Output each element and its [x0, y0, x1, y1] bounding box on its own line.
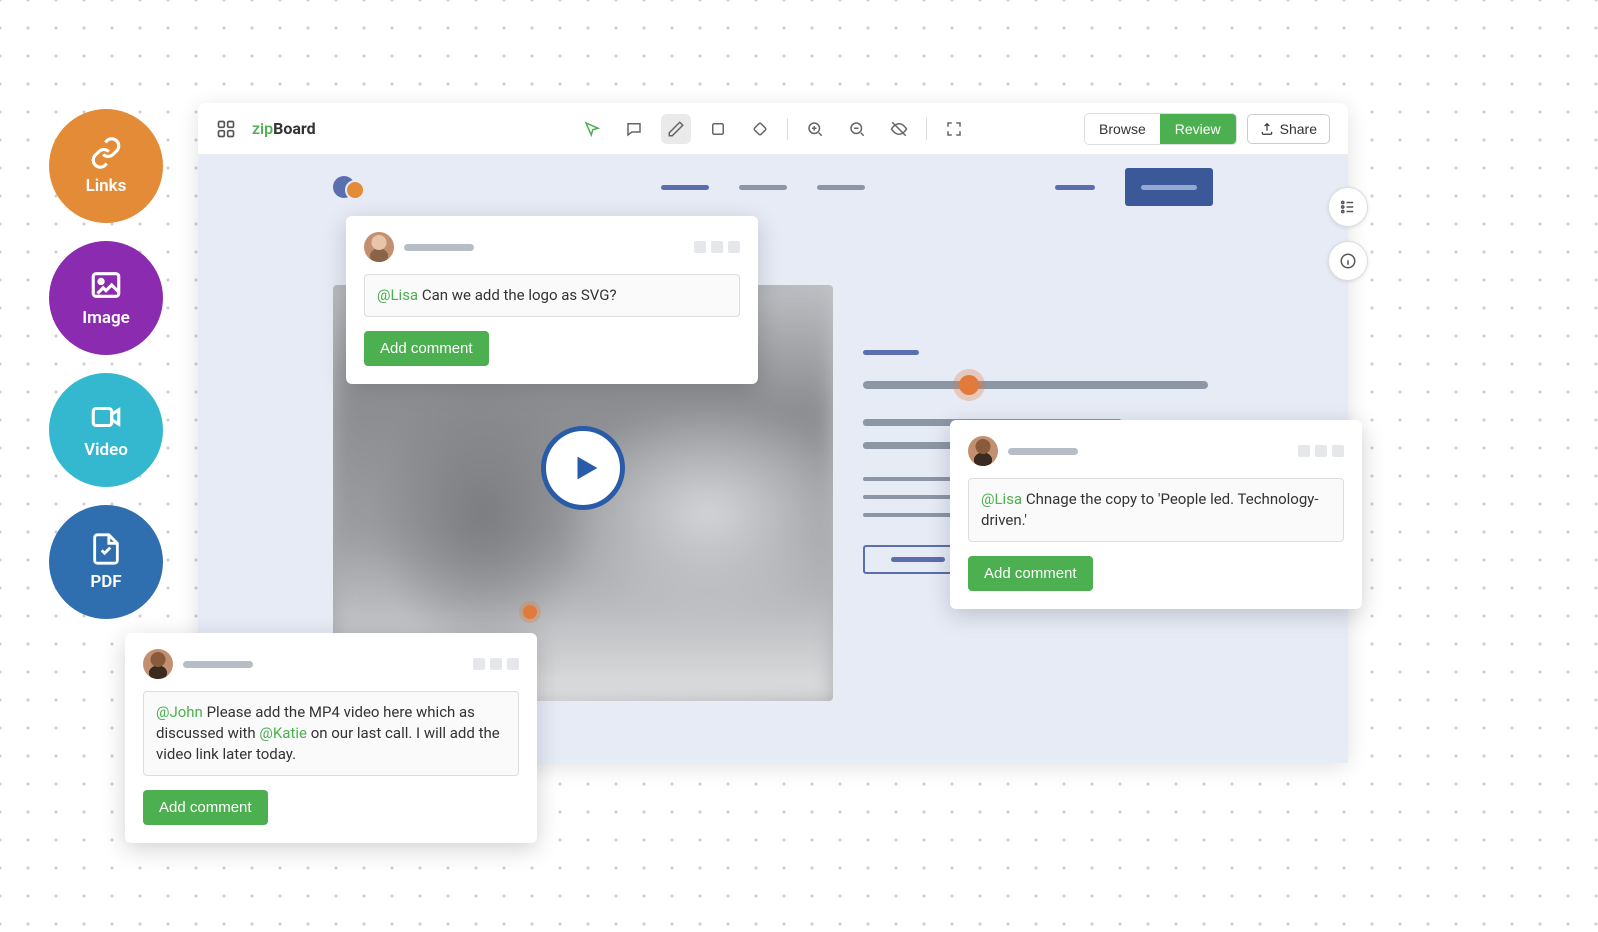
avatar	[143, 649, 173, 679]
comment-menu-icon[interactable]	[473, 658, 519, 670]
apps-grid-icon[interactable]	[216, 119, 236, 139]
toolbar-separator	[787, 118, 788, 140]
link-icon	[89, 136, 123, 170]
logo-prefix: zip	[252, 119, 273, 138]
mock-logo-dot	[333, 176, 355, 198]
comment-text: Can we add the logo as SVG?	[418, 286, 616, 304]
toolbar-right: Browse Review Share	[1084, 113, 1330, 145]
fullscreen-tool[interactable]	[939, 114, 969, 144]
mock-nav	[198, 155, 1348, 219]
comment-body[interactable]: @John Please add the MP4 video here whic…	[143, 691, 519, 776]
filetype-bubble-pdf[interactable]: PDF	[49, 505, 163, 619]
mock-eyebrow	[863, 350, 919, 355]
add-comment-button[interactable]: Add comment	[968, 556, 1093, 591]
bubble-label: Image	[82, 308, 130, 328]
annotation-marker[interactable]	[523, 605, 537, 619]
pencil-tool[interactable]	[661, 114, 691, 144]
review-button[interactable]: Review	[1160, 114, 1236, 144]
eraser-tool[interactable]	[745, 114, 775, 144]
pointer-tool[interactable]	[577, 114, 607, 144]
avatar	[968, 436, 998, 466]
logo-suffix: Board	[273, 119, 316, 138]
avatar	[364, 232, 394, 262]
mock-nav-item	[661, 185, 709, 190]
share-label: Share	[1280, 121, 1317, 137]
play-button[interactable]	[541, 426, 625, 510]
author-placeholder	[404, 244, 474, 251]
info-button[interactable]	[1328, 241, 1368, 281]
comment-text: Chnage the copy to 'People led. Technolo…	[981, 490, 1319, 529]
bubble-label: Video	[84, 440, 128, 460]
author-placeholder	[1008, 448, 1078, 455]
comments-list-button[interactable]	[1328, 187, 1368, 227]
video-icon	[89, 400, 123, 434]
mention: @Lisa	[981, 490, 1022, 508]
bubble-label: PDF	[90, 572, 121, 592]
share-button[interactable]: Share	[1247, 114, 1330, 144]
toolbar-separator	[926, 118, 927, 140]
filetype-bubble-image[interactable]: Image	[49, 241, 163, 355]
comment-header	[364, 232, 740, 262]
comment-popover-1: @Lisa Can we add the logo as SVG? Add co…	[346, 216, 758, 384]
mock-slider	[863, 381, 1208, 389]
filetype-bubble-video[interactable]: Video	[49, 373, 163, 487]
info-icon	[1339, 252, 1357, 270]
mention: @John	[156, 703, 203, 721]
add-comment-button[interactable]: Add comment	[143, 790, 268, 825]
mock-nav-item	[817, 185, 865, 190]
share-icon	[1260, 122, 1274, 136]
mock-nav-cta	[1125, 168, 1213, 206]
app-logo: zipBoard	[252, 119, 316, 138]
play-icon	[569, 451, 603, 485]
comment-header	[143, 649, 519, 679]
comment-popover-3: @John Please add the MP4 video here whic…	[125, 633, 537, 843]
comment-menu-icon[interactable]	[1298, 445, 1344, 457]
hide-annotations-tool[interactable]	[884, 114, 914, 144]
list-icon	[1339, 198, 1357, 216]
comment-menu-icon[interactable]	[694, 241, 740, 253]
comment-tool[interactable]	[619, 114, 649, 144]
filetype-bubble-links[interactable]: Links	[49, 109, 163, 223]
pdf-icon	[89, 532, 123, 566]
zoom-in-tool[interactable]	[800, 114, 830, 144]
zoom-out-tool[interactable]	[842, 114, 872, 144]
mention: @Katie	[259, 724, 307, 742]
comment-popover-2: @Lisa Chnage the copy to 'People led. Te…	[950, 420, 1362, 609]
toolbar: zipBoard Browse Review Share	[198, 103, 1348, 155]
comment-body[interactable]: @Lisa Can we add the logo as SVG?	[364, 274, 740, 317]
browse-button[interactable]: Browse	[1085, 114, 1160, 144]
add-comment-button[interactable]: Add comment	[364, 331, 489, 366]
mock-nav-item	[1055, 185, 1095, 190]
mention: @Lisa	[377, 286, 418, 304]
bubble-label: Links	[86, 176, 127, 196]
mock-nav-item	[739, 185, 787, 190]
comment-body[interactable]: @Lisa Chnage the copy to 'People led. Te…	[968, 478, 1344, 542]
rectangle-tool[interactable]	[703, 114, 733, 144]
author-placeholder	[183, 661, 253, 668]
annotation-marker[interactable]	[959, 375, 979, 395]
annotation-tools	[577, 114, 969, 144]
comment-header	[968, 436, 1344, 466]
image-icon	[89, 268, 123, 302]
mock-nav-links	[661, 168, 1213, 206]
